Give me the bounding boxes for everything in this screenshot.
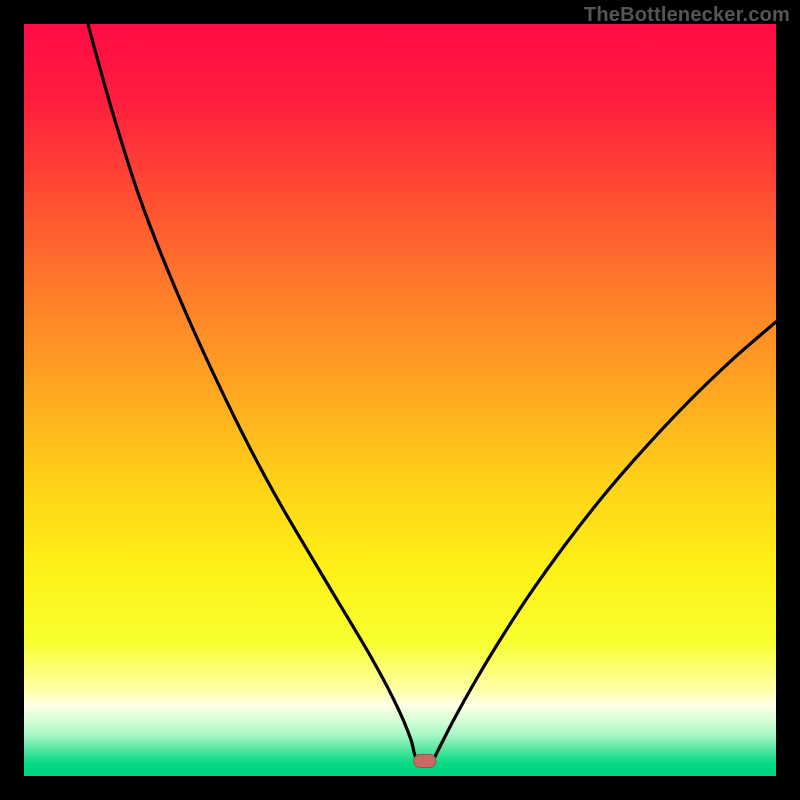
minimum-marker	[414, 754, 436, 767]
chart-stage: TheBottlenecker.com	[0, 0, 800, 800]
bottleneck-chart	[24, 24, 776, 776]
chart-background	[24, 24, 776, 776]
